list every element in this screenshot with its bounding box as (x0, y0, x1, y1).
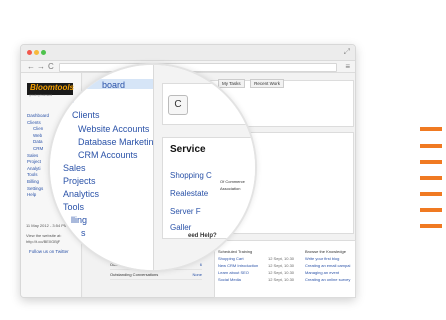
zoom-help-title: eed Help? (188, 233, 217, 239)
magnifier-lens: board nts Clients Website Accounts Datab… (48, 63, 257, 272)
status-bar (420, 192, 442, 196)
status-bar (420, 144, 442, 148)
knowledge-item[interactable]: Write your first blog (305, 255, 353, 262)
knowledge-title: Browse the Knowledge (305, 249, 346, 254)
zoom-nav-dashboard[interactable]: board (102, 80, 125, 90)
zoom-services-title: Service (170, 144, 206, 155)
zoom-nav-item[interactable]: nts (62, 95, 74, 105)
status-bar (420, 208, 442, 212)
training-name[interactable]: Social Media (218, 277, 241, 282)
training-row[interactable]: Learn about SEO 12 Sept, 10.30 (218, 269, 298, 276)
zoom-nav-item[interactable]: s (81, 228, 86, 238)
tab-recent-work[interactable]: Recent Work (250, 79, 285, 88)
knowledge-item[interactable]: Creating an email campai (305, 262, 353, 269)
knowledge-base: Browse the Knowledge Write your first bl… (305, 248, 353, 283)
minimize-dot[interactable] (34, 50, 39, 55)
zoom-nav-item[interactable]: CRM Accounts (78, 150, 138, 160)
zoom-service-item[interactable]: Realestate (170, 189, 208, 198)
status-bar (420, 176, 442, 180)
zoom-nav-item[interactable]: Database Marketing (78, 137, 159, 147)
training-date: 12 Sept, 10.30 (268, 256, 295, 261)
outstanding-label: Outstanding Conversations (110, 272, 159, 277)
zoom-nav-item[interactable]: Sales (63, 163, 86, 173)
training-date: 12 Sept, 10.30 (268, 270, 295, 275)
zoom-nav-item[interactable]: Projects (63, 176, 96, 186)
zoom-small-item: Association (220, 186, 241, 191)
back-icon[interactable]: ← (27, 61, 35, 72)
maximize-dot[interactable] (41, 50, 46, 55)
zoom-nav-item[interactable]: Clients (72, 110, 100, 120)
outstanding-value: None (192, 272, 202, 277)
zoom-nav-item[interactable]: Website Accounts (78, 124, 149, 134)
zoom-service-item[interactable]: Shopping C (170, 171, 212, 180)
zoom-service-item[interactable]: Galler (170, 223, 191, 232)
zoom-nav-item[interactable]: Tools (63, 202, 84, 212)
close-dot[interactable] (27, 50, 32, 55)
training-date: 12 Sept, 10.30 (268, 277, 295, 282)
zoom-nav-item[interactable]: Analytics (63, 189, 99, 199)
training-date: 12 Sept, 10.30 (268, 263, 295, 268)
zoom-nav-item[interactable]: lling (71, 215, 87, 225)
status-bar (420, 224, 442, 228)
forward-icon[interactable]: → (37, 61, 45, 72)
title-bar: ⤢ (21, 45, 355, 61)
training-name[interactable]: Learn about SEO (218, 270, 249, 275)
training-row[interactable]: Social Media 12 Sept, 10.30 (218, 276, 298, 283)
zoom-c-button[interactable]: C (168, 95, 188, 115)
logo-tagline: growing business (29, 93, 53, 97)
expand-icon[interactable]: ⤢ (344, 47, 350, 57)
zoom-service-item[interactable]: Server F (170, 207, 201, 216)
zoom-small-item: Of Commerce (220, 179, 245, 184)
status-bar (420, 127, 442, 131)
hamburger-icon[interactable]: ≡ (345, 62, 350, 71)
status-bar (420, 160, 442, 164)
knowledge-item[interactable]: Creating an online survey (305, 276, 353, 283)
knowledge-item[interactable]: Managing an event (305, 269, 353, 276)
